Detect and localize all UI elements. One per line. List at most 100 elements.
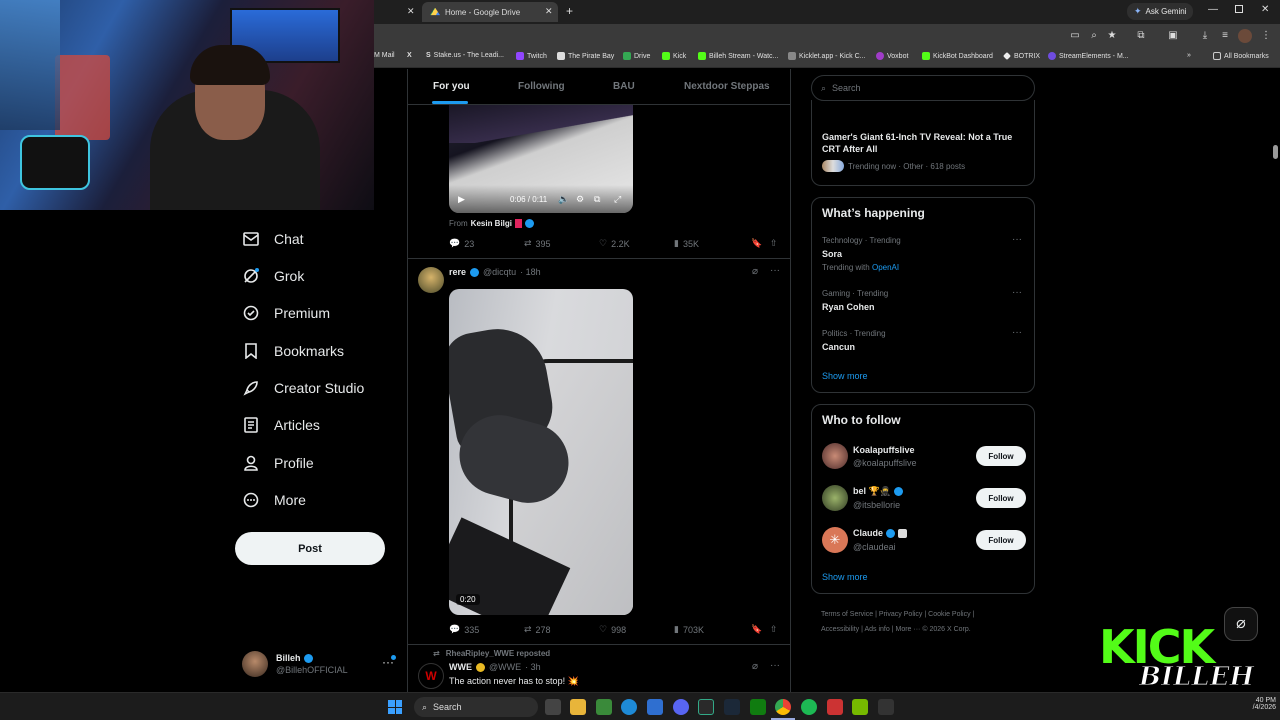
bookmark-star-icon[interactable]: ★ <box>1105 29 1119 43</box>
wwe-logo-icon[interactable]: W <box>418 663 444 689</box>
trend-more-icon[interactable]: ··· <box>1012 327 1022 338</box>
epic-games-icon[interactable] <box>878 699 894 715</box>
post-time[interactable]: · 3h <box>525 662 541 672</box>
views-button[interactable]: ▮ 703K <box>674 624 704 635</box>
grok-explain-icon[interactable]: ⌀ <box>752 266 758 277</box>
bookmark-item[interactable]: BOTRIX <box>1003 52 1040 60</box>
trend-item[interactable]: Technology · Trending Sora Trending with… <box>822 236 1026 272</box>
profile-avatar[interactable] <box>1238 29 1252 43</box>
tab-bau[interactable]: BAU <box>613 81 635 92</box>
page-scrollbar[interactable] <box>1273 145 1278 159</box>
zoom-icon[interactable]: ⌕ <box>1087 29 1101 43</box>
account-switcher[interactable]: Billeh @BillehOFFICIAL ··· <box>242 651 396 679</box>
screen-cast-icon[interactable]: ▭ <box>1068 29 1082 43</box>
extensions-icon[interactable]: ⧉ <box>1134 29 1148 43</box>
author-handle[interactable]: @dicqtu <box>483 267 516 277</box>
mail-app-icon[interactable] <box>647 699 663 715</box>
show-more-link[interactable]: Show more <box>822 371 868 381</box>
pip-icon[interactable]: ⧉ <box>594 194 600 205</box>
like-button[interactable]: ♡ 2.2K <box>599 238 630 249</box>
fullscreen-icon[interactable]: ⤢ <box>614 194 621 205</box>
close-icon[interactable]: ✕ <box>407 6 415 17</box>
footer-link[interactable]: Accessibility <box>821 626 859 633</box>
bookmark-item[interactable]: S Stake.us - The Leadi... <box>426 52 504 59</box>
tab-nextdoor-steppas[interactable]: Nextdoor Steppas <box>684 81 770 92</box>
footer-link[interactable]: Privacy Policy <box>879 611 923 618</box>
chrome-icon[interactable] <box>775 699 791 715</box>
browser-tab-1[interactable]: ✕ <box>374 2 422 22</box>
bookmark-item[interactable]: The Pirate Bay <box>557 52 614 60</box>
taskbar-search[interactable]: ⌕ Search <box>414 697 538 717</box>
post-time[interactable]: · 18h <box>520 267 541 277</box>
nav-item-bookmarks[interactable]: Bookmarks <box>242 342 344 360</box>
browser-tab-google-drive[interactable]: Home - Google Drive ✕ <box>422 2 558 22</box>
new-tab-icon[interactable]: + <box>566 4 573 18</box>
claude-logo-icon[interactable]: ✳ <box>822 527 848 553</box>
repost-button[interactable]: ⇄ 278 <box>524 624 551 635</box>
nav-item-articles[interactable]: Articles <box>242 416 320 434</box>
file-explorer-icon[interactable] <box>570 699 586 715</box>
windows-start-icon[interactable] <box>388 700 402 714</box>
repost-indicator[interactable]: ⇄ RheaRipley_WWE reposted <box>433 649 550 658</box>
suggested-user-name[interactable]: Koalapuffslive <box>853 445 915 455</box>
discord-icon[interactable] <box>673 699 689 715</box>
trend-more-icon[interactable]: ··· <box>1012 234 1022 245</box>
bookmark-item[interactable]: Billeh Stream - Watc... <box>698 52 778 60</box>
nvidia-icon[interactable] <box>852 699 868 715</box>
browser-menu-icon[interactable]: ⋮ <box>1259 29 1273 43</box>
reply-button[interactable]: 💬 23 <box>449 238 474 249</box>
bookmarks-overflow-icon[interactable]: » <box>1187 52 1191 59</box>
bookmark-item[interactable]: Kicklet.app - Kick C... <box>788 52 866 60</box>
tab-for-you[interactable]: For you <box>433 81 470 92</box>
follow-button[interactable]: Follow <box>976 446 1026 466</box>
footer-link[interactable]: Cookie Policy <box>928 611 970 618</box>
steam-icon[interactable] <box>724 699 740 715</box>
show-more-link[interactable]: Show more <box>822 572 868 582</box>
edge-icon[interactable] <box>621 699 637 715</box>
nav-item-creator-studio[interactable]: Creator Studio <box>242 379 364 397</box>
avatar[interactable] <box>418 267 444 293</box>
settings-icon[interactable]: ⚙ <box>576 194 584 205</box>
grok-explain-icon[interactable]: ⌀ <box>752 661 758 672</box>
like-button[interactable]: ♡ 998 <box>599 624 626 635</box>
nav-item-chat[interactable]: Chat <box>242 230 304 248</box>
volume-icon[interactable]: 🔈 <box>558 194 569 205</box>
bookmark-icon[interactable]: 🔖 <box>751 624 762 635</box>
bookmark-item[interactable]: Twitch <box>516 52 547 60</box>
nav-item-more[interactable]: More <box>242 491 306 509</box>
footer-link[interactable]: More ··· <box>896 626 921 633</box>
suggested-user-name[interactable]: Claude <box>853 528 908 538</box>
post-button[interactable]: Post <box>235 532 385 565</box>
post-video[interactable]: ▶ 0:06 / 0:11 🔈 ⚙ ⧉ ⤢ <box>449 105 633 213</box>
close-icon[interactable]: ✕ <box>545 6 553 17</box>
bookmark-item[interactable]: Voxbot <box>876 52 908 60</box>
avatar[interactable] <box>822 443 848 469</box>
bookmark-icon[interactable]: 🔖 <box>751 238 762 249</box>
search-input[interactable]: ⌕ Search <box>811 75 1035 101</box>
footer-link[interactable]: Ads info <box>864 626 889 633</box>
post-more-icon[interactable]: ··· <box>770 265 780 276</box>
share-icon[interactable]: ⇧ <box>770 238 778 249</box>
author-handle[interactable]: @WWE <box>489 662 521 672</box>
trend-item[interactable]: Gaming · Trending Ryan Cohen <box>822 289 1026 312</box>
author-name[interactable]: WWE <box>449 662 472 672</box>
post-video[interactable]: 0:20 <box>449 289 633 615</box>
trend-item[interactable]: Politics · Trending Cancun <box>822 329 1026 352</box>
trend-more-icon[interactable]: ··· <box>1012 287 1022 298</box>
maximize-icon[interactable] <box>1235 5 1243 13</box>
window-close-icon[interactable]: ✕ <box>1261 4 1269 15</box>
spotify-icon[interactable] <box>801 699 817 715</box>
task-view-icon[interactable] <box>545 699 561 715</box>
tab-following[interactable]: Following <box>518 81 565 92</box>
author-name[interactable]: rere <box>449 267 466 277</box>
ask-gemini-button[interactable]: ✦ Ask Gemini <box>1127 3 1194 20</box>
all-bookmarks[interactable]: All Bookmarks <box>1213 52 1269 60</box>
bookmark-item[interactable]: Drive <box>623 52 650 60</box>
bookmark-item[interactable]: KickBot Dashboard <box>922 52 993 60</box>
share-icon[interactable]: ⇧ <box>770 624 778 635</box>
bookmark-item[interactable]: X <box>407 52 412 59</box>
obs-icon[interactable] <box>827 699 843 715</box>
play-icon[interactable]: ▶ <box>458 194 465 205</box>
source-name[interactable]: Kesin Bilgi <box>471 219 512 228</box>
reply-button[interactable]: 💬 335 <box>449 624 479 635</box>
